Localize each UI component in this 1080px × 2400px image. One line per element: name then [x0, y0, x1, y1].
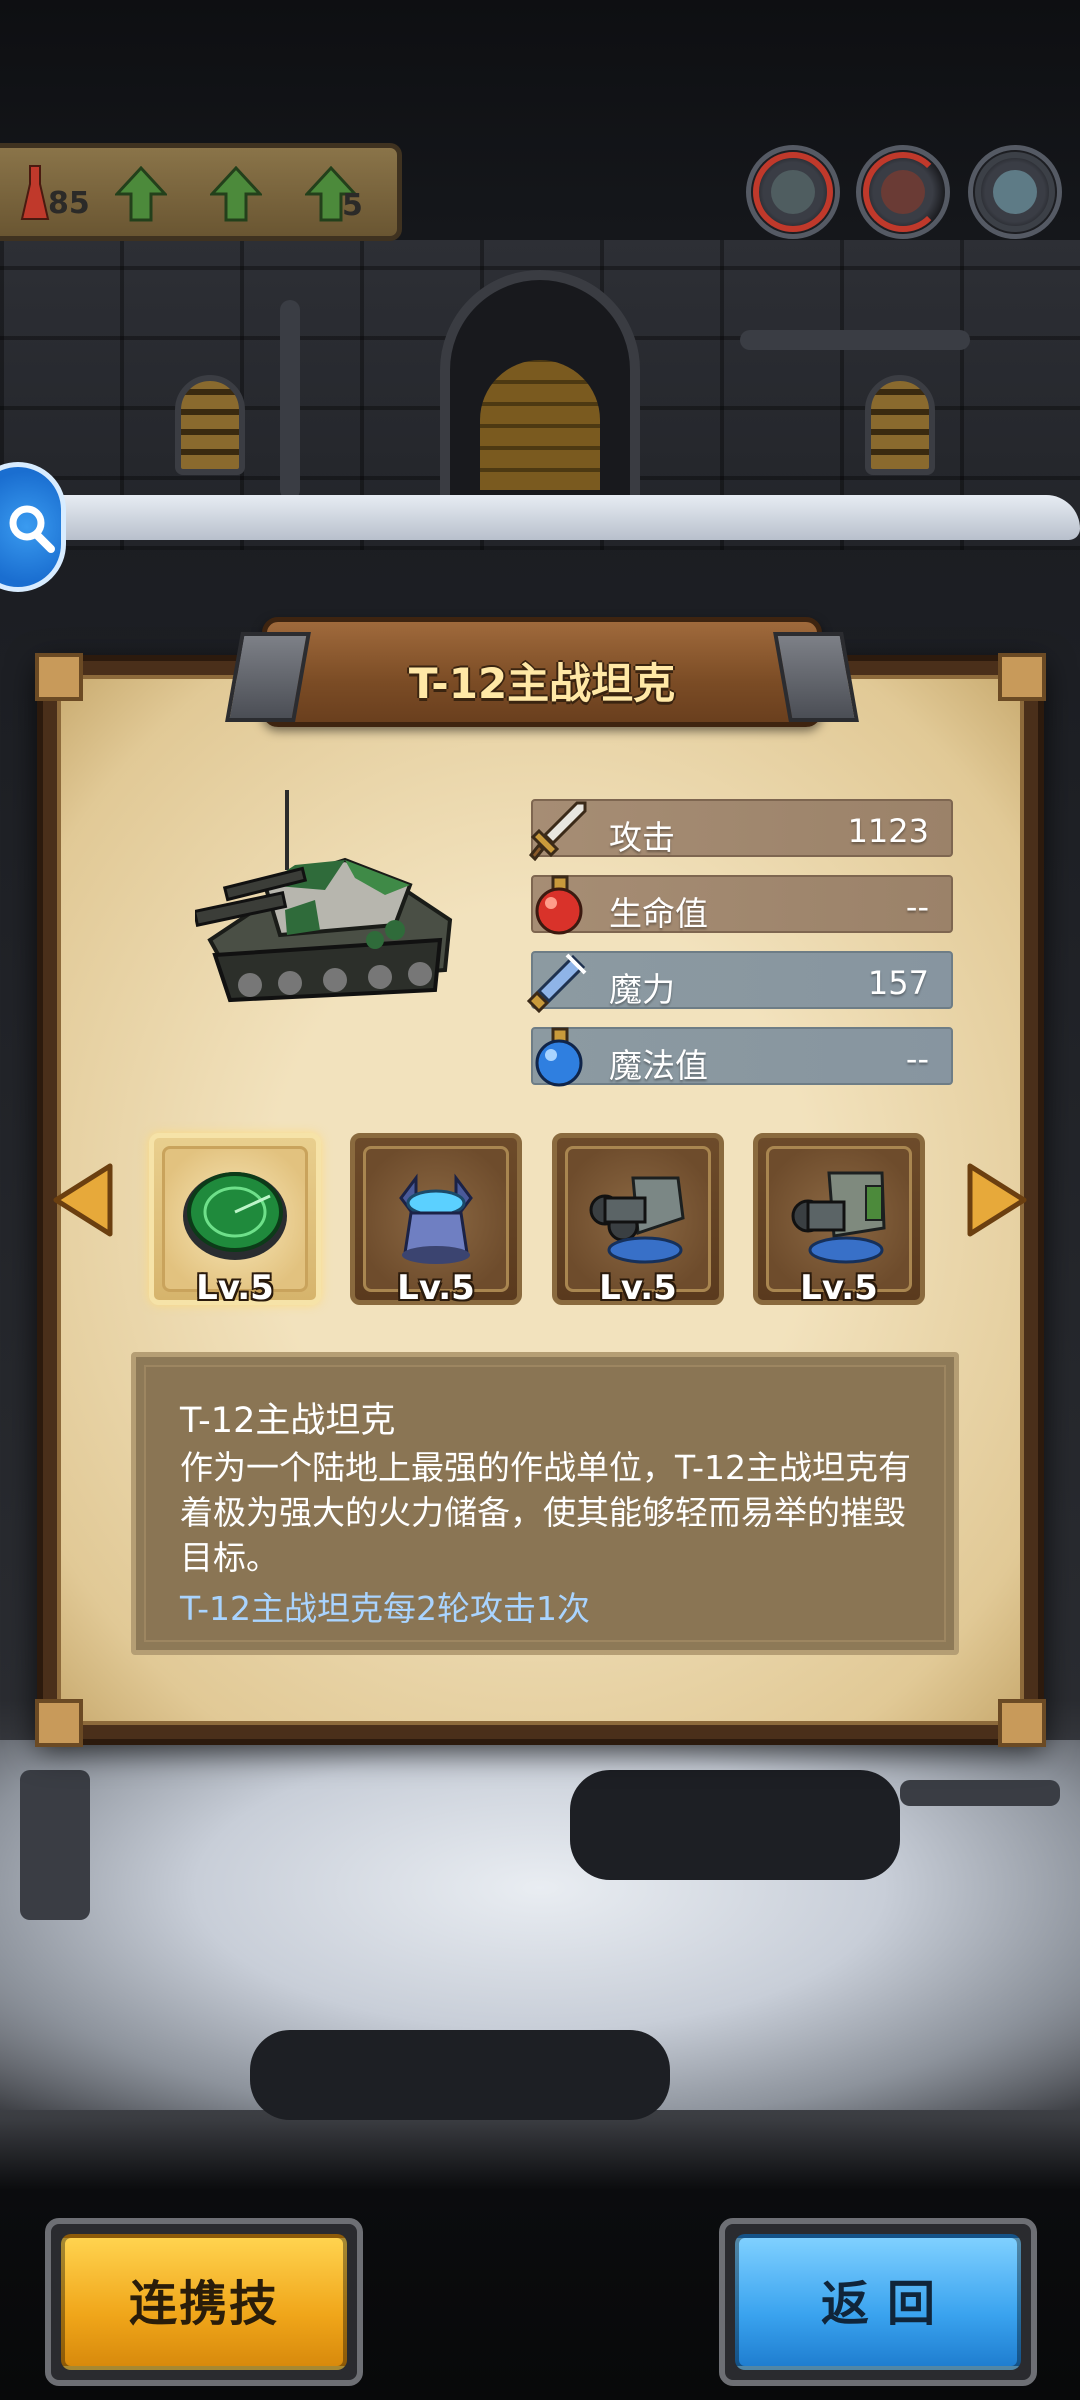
- search-icon: [9, 505, 55, 553]
- dialog-corner: [35, 653, 83, 701]
- stat-value: --: [905, 1040, 929, 1078]
- pipe: [20, 1770, 90, 1920]
- skill-slot-4[interactable]: Lv.5: [753, 1133, 925, 1308]
- dialog-corner: [998, 653, 1046, 701]
- stat-value: --: [905, 888, 929, 926]
- skill-slot-3[interactable]: Lv.5: [552, 1133, 724, 1308]
- skill-level: Lv.5: [397, 1268, 475, 1308]
- tower-base-icon: [399, 1173, 473, 1264]
- pipe: [900, 1780, 1060, 1806]
- heavy-cannon-icon: [791, 1171, 886, 1264]
- hero-badge-3[interactable]: [968, 145, 1062, 239]
- combo-skill-label: 连携技: [128, 2276, 279, 2332]
- fortress-gate: [440, 270, 640, 510]
- flask-icon: [20, 165, 50, 220]
- description-body: 作为一个陆地上最强的作战单位，T-12主战坦克有着极为强大的火力储备，使其能够轻…: [180, 1448, 912, 1577]
- pipe: [280, 300, 300, 500]
- stat-label: 魔法值: [609, 1046, 708, 1085]
- back-label: 返回: [820, 2276, 953, 2332]
- hero-badge-2[interactable]: [856, 145, 950, 239]
- upgrade-count: 5: [342, 188, 363, 223]
- skill-level: Lv.5: [599, 1268, 677, 1308]
- stat-label: 魔力: [609, 970, 675, 1009]
- dialog-title: T-12主战坦克: [408, 659, 676, 708]
- stat-row-mp: 魔法值 --: [531, 1027, 953, 1087]
- red-potion-icon: [535, 875, 583, 935]
- dialog-corner: [998, 1699, 1046, 1747]
- fortress-window-left: [175, 375, 245, 475]
- stat-label: 攻击: [609, 818, 675, 857]
- tank-image: [195, 790, 453, 1003]
- skill-level: Lv.5: [800, 1268, 878, 1308]
- radar-icon: [183, 1172, 287, 1260]
- ground-hole: [250, 2030, 670, 2120]
- stat-value: 157: [867, 964, 929, 1002]
- stat-value: 1123: [847, 812, 929, 850]
- previous-arrow-icon[interactable]: [48, 1160, 120, 1240]
- description-title: T-12主战坦克: [180, 1401, 396, 1441]
- ground-hole: [570, 1770, 900, 1880]
- description-note: T-12主战坦克每2轮攻击1次: [180, 1589, 591, 1628]
- stat-row-hp: 生命值 --: [531, 875, 953, 935]
- skill-level: Lv.5: [196, 1268, 274, 1308]
- pipe: [740, 330, 970, 350]
- hero-badge-1[interactable]: [746, 145, 840, 239]
- skill-slot-1[interactable]: Lv.5: [149, 1133, 321, 1308]
- skill-slot-2[interactable]: Lv.5: [350, 1133, 522, 1308]
- description-box: T-12主战坦克 作为一个陆地上最强的作战单位，T-12主战坦克有着极为强大的火…: [131, 1352, 959, 1655]
- twin-cannon-icon: [589, 1176, 685, 1264]
- resource-bar: 85 5: [0, 143, 402, 241]
- resource-count: 85: [48, 186, 90, 221]
- upgrade-arrow-icon: [115, 166, 167, 222]
- dialog-title-plank: T-12主战坦克: [225, 617, 859, 727]
- fortress-window-right: [865, 375, 935, 475]
- snow-ledge: [0, 495, 1080, 540]
- blue-potion-icon: [535, 1027, 583, 1087]
- combo-skill-button[interactable]: 连携技: [45, 2218, 363, 2386]
- stat-row-attack: 攻击 1123: [528, 799, 953, 861]
- search-button[interactable]: [0, 462, 66, 592]
- sword-icon: [528, 801, 587, 861]
- stat-row-magic: 魔力 157: [527, 951, 953, 1013]
- magic-staff-icon: [527, 953, 587, 1013]
- upgrade-arrow-icon: [210, 166, 262, 222]
- dialog-corner: [35, 1699, 83, 1747]
- next-arrow-icon[interactable]: [960, 1160, 1032, 1240]
- stat-label: 生命值: [609, 894, 708, 933]
- back-button[interactable]: 返回: [719, 2218, 1037, 2386]
